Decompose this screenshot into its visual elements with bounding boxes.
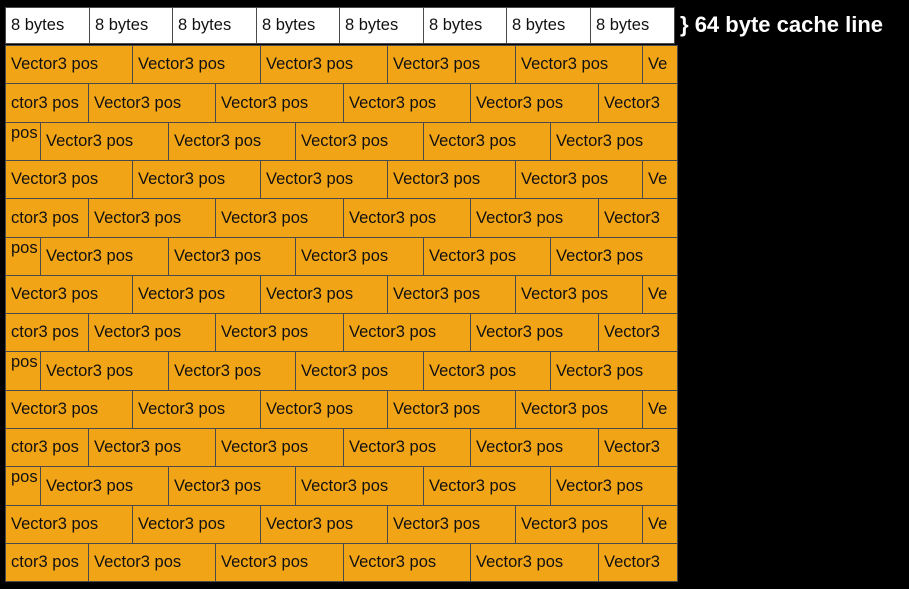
vector-cell: Ve xyxy=(642,160,678,199)
vector-cell: Vector3 pos xyxy=(40,351,169,391)
vector-cell: Vector3 pos xyxy=(5,390,133,429)
vector-cell: Vector3 pos xyxy=(215,543,344,582)
vector-cell: Vector3 pos xyxy=(515,390,643,429)
vector-cell: Vector3 pos xyxy=(295,122,424,161)
vector-cell: Vector3 pos xyxy=(515,45,643,84)
vector-cell: ctor3 pos xyxy=(5,543,89,582)
vector-cell: Vector3 xyxy=(598,428,678,467)
vector-cell: Vector3 pos xyxy=(423,122,551,161)
vector-cell: Vector3 pos xyxy=(550,466,678,506)
vector-cell: Vector3 pos xyxy=(295,237,424,276)
vector-cell: Vector3 pos xyxy=(387,390,516,429)
vector-cell: Vector3 pos xyxy=(343,428,471,467)
vector-cell: Vector3 pos xyxy=(168,237,296,276)
vector-cell: Vector3 pos xyxy=(5,505,133,544)
vector-cell: ctor3 pos xyxy=(5,428,89,467)
vector-cell: Vector3 pos xyxy=(88,313,216,352)
vector-cell: Vector3 pos xyxy=(515,505,643,544)
vector-cell: pos xyxy=(5,237,41,276)
vector-cell: Vector3 pos xyxy=(40,237,169,276)
vector-cell: Vector3 pos xyxy=(423,237,551,276)
vector-cell: Vector3 pos xyxy=(88,83,216,123)
vector-cell: Vector3 pos xyxy=(168,122,296,161)
vector-cell: pos xyxy=(5,466,41,506)
vector-cell: Vector3 pos xyxy=(5,45,133,84)
vector-cell: Vector3 pos xyxy=(40,122,169,161)
vector-cell: ctor3 pos xyxy=(5,313,89,352)
byte-cell: 8 bytes xyxy=(256,7,341,44)
vector-cell: Vector3 pos xyxy=(5,160,133,199)
byte-cell: 8 bytes xyxy=(590,7,675,44)
vector-cell: Vector3 pos xyxy=(132,160,261,199)
vector-cell: Vector3 pos xyxy=(132,275,261,314)
vector-cell: Vector3 pos xyxy=(88,543,216,582)
vector-cell: Vector3 pos xyxy=(550,122,678,161)
vector-cell: Vector3 pos xyxy=(295,351,424,391)
byte-cell: 8 bytes xyxy=(423,7,508,44)
vector-cell: Vector3 xyxy=(598,198,678,238)
byte-cell: 8 bytes xyxy=(506,7,591,44)
vector-cell: ctor3 pos xyxy=(5,198,89,238)
vector-cell: Vector3 pos xyxy=(515,160,643,199)
vector-cell: Vector3 pos xyxy=(260,275,388,314)
vector-cell: Vector3 pos xyxy=(470,83,599,123)
vector-cell: Vector3 pos xyxy=(260,160,388,199)
vector-cell: Vector3 pos xyxy=(387,160,516,199)
vector-cell: Vector3 pos xyxy=(5,275,133,314)
vector-cell: Vector3 pos xyxy=(168,466,296,506)
vector-cell: Vector3 xyxy=(598,83,678,123)
vector-cell: Vector3 pos xyxy=(470,543,599,582)
vector-cell: Vector3 xyxy=(598,313,678,352)
cache-line-label: } 64 byte cache line xyxy=(680,12,883,38)
vector-cell: Vector3 pos xyxy=(260,505,388,544)
byte-cell: 8 bytes xyxy=(5,7,90,44)
vector-cell: Vector3 pos xyxy=(88,198,216,238)
vector-cell: Vector3 pos xyxy=(470,428,599,467)
vector-cell: Vector3 pos xyxy=(515,275,643,314)
vector-cell: Ve xyxy=(642,505,678,544)
vector-cell: Ve xyxy=(642,45,678,84)
byte-cell: 8 bytes xyxy=(339,7,424,44)
vector-cell: Vector3 pos xyxy=(550,351,678,391)
vector-cell: Vector3 pos xyxy=(40,466,169,506)
vector-cell: Vector3 pos xyxy=(423,466,551,506)
vector-cell: Vector3 pos xyxy=(343,313,471,352)
vector-cell: Vector3 pos xyxy=(295,466,424,506)
vector-cell: pos xyxy=(5,351,41,391)
vector-cell: Vector3 pos xyxy=(343,198,471,238)
vector-cell: Vector3 pos xyxy=(343,83,471,123)
vector-cell: Vector3 pos xyxy=(550,237,678,276)
cache-line-text: 64 byte cache line xyxy=(694,12,884,37)
vector-cell: Vector3 pos xyxy=(215,83,344,123)
vector-cell: Vector3 pos xyxy=(387,275,516,314)
vector-cell: Vector3 pos xyxy=(423,351,551,391)
vector-cell: pos xyxy=(5,122,41,161)
vector-cell: Vector3 pos xyxy=(343,543,471,582)
vector-cell: Vector3 pos xyxy=(387,505,516,544)
vector-cell: Vector3 pos xyxy=(260,45,388,84)
vector-cell: Vector3 pos xyxy=(132,505,261,544)
vector-cell: Vector3 pos xyxy=(387,45,516,84)
byte-cell: 8 bytes xyxy=(172,7,257,44)
vector-cell: Ve xyxy=(642,390,678,429)
vector-cell: Vector3 pos xyxy=(260,390,388,429)
brace-symbol: } xyxy=(680,12,689,37)
vector-cell: Vector3 pos xyxy=(132,45,261,84)
vector-cell: ctor3 pos xyxy=(5,83,89,123)
byte-cell: 8 bytes xyxy=(89,7,174,44)
vector-cell: Vector3 pos xyxy=(215,313,344,352)
vector-cell: Vector3 pos xyxy=(470,313,599,352)
vector-cell: Vector3 pos xyxy=(215,428,344,467)
cache-line-diagram: 8 bytes 8 bytes 8 bytes 8 bytes 8 bytes 8 byt… xyxy=(0,0,909,589)
vector-cell: Vector3 pos xyxy=(215,198,344,238)
vector-cell: Vector3 pos xyxy=(132,390,261,429)
vector-cell: Vector3 pos xyxy=(470,198,599,238)
vector-cell: Ve xyxy=(642,275,678,314)
vector-cell: Vector3 xyxy=(598,543,678,582)
vector-cell: Vector3 pos xyxy=(168,351,296,391)
vector-cell: Vector3 pos xyxy=(88,428,216,467)
